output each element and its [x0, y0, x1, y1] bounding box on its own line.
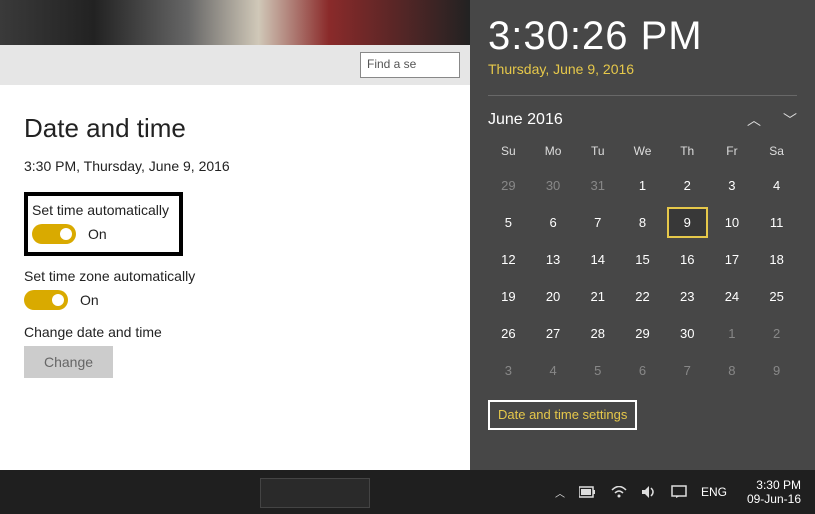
calendar-day[interactable]: 19 — [488, 281, 529, 312]
wifi-icon[interactable] — [611, 486, 627, 498]
auto-tz-label: Set time zone automatically — [24, 268, 446, 284]
calendar-day[interactable]: 18 — [756, 244, 797, 275]
auto-time-label: Set time automatically — [32, 202, 169, 218]
dow-header: Th — [667, 144, 708, 164]
calendar-day[interactable]: 8 — [712, 355, 753, 386]
calendar-day-today[interactable]: 9 — [667, 207, 708, 238]
calendar-day[interactable]: 29 — [488, 170, 529, 201]
calendar-day[interactable]: 6 — [622, 355, 663, 386]
calendar-day[interactable]: 1 — [622, 170, 663, 201]
auto-tz-state: On — [80, 292, 99, 308]
dow-header: Mo — [533, 144, 574, 164]
calendar-day[interactable]: 14 — [577, 244, 618, 275]
page-title: Date and time — [24, 113, 446, 144]
month-label[interactable]: June 2016 — [488, 111, 563, 129]
date-time-settings-link[interactable]: Date and time settings — [498, 407, 627, 422]
calendar-day[interactable]: 29 — [622, 318, 663, 349]
calendar-day[interactable]: 9 — [756, 355, 797, 386]
taskbar-clock[interactable]: 3:30 PM 09-Jun-16 — [741, 476, 807, 509]
volume-icon[interactable] — [641, 485, 657, 499]
calendar-day[interactable]: 25 — [756, 281, 797, 312]
calendar-day[interactable]: 5 — [577, 355, 618, 386]
calendar-day[interactable]: 26 — [488, 318, 529, 349]
calendar-grid: SuMoTuWeThFrSa29303112345678910111213141… — [488, 144, 797, 386]
change-datetime-label: Change date and time — [24, 324, 446, 340]
calendar-day[interactable]: 27 — [533, 318, 574, 349]
calendar-day[interactable]: 23 — [667, 281, 708, 312]
auto-time-state: On — [88, 226, 107, 242]
calendar-day[interactable]: 28 — [577, 318, 618, 349]
auto-time-toggle[interactable] — [32, 224, 76, 244]
calendar-day[interactable]: 31 — [577, 170, 618, 201]
dow-header: Su — [488, 144, 529, 164]
calendar-day[interactable]: 10 — [712, 207, 753, 238]
calendar-day[interactable]: 30 — [667, 318, 708, 349]
calendar-day[interactable]: 5 — [488, 207, 529, 238]
calendar-day[interactable]: 2 — [756, 318, 797, 349]
battery-icon[interactable] — [579, 486, 597, 498]
header-banner — [0, 0, 470, 45]
calendar-day[interactable]: 30 — [533, 170, 574, 201]
calendar-day[interactable]: 3 — [712, 170, 753, 201]
change-button[interactable]: Change — [24, 346, 113, 378]
calendar-day[interactable]: 21 — [577, 281, 618, 312]
dow-header: Fr — [712, 144, 753, 164]
search-input[interactable]: Find a se — [360, 52, 460, 78]
calendar-day[interactable]: 7 — [577, 207, 618, 238]
calendar-day[interactable]: 1 — [712, 318, 753, 349]
current-datetime: 3:30 PM, Thursday, June 9, 2016 — [24, 158, 446, 174]
taskbar-app-button[interactable] — [260, 478, 370, 508]
taskbar-time: 3:30 PM — [747, 478, 801, 492]
search-bar: Find a se — [0, 45, 470, 85]
calendar-day[interactable]: 2 — [667, 170, 708, 201]
tray-overflow-icon[interactable]: ︿ — [555, 485, 565, 500]
auto-tz-toggle[interactable] — [24, 290, 68, 310]
calendar-day[interactable]: 6 — [533, 207, 574, 238]
calendar-day[interactable]: 11 — [756, 207, 797, 238]
calendar-day[interactable]: 15 — [622, 244, 663, 275]
calendar-day[interactable]: 3 — [488, 355, 529, 386]
prev-month-icon[interactable]: ︿ — [747, 110, 761, 130]
dow-header: Tu — [577, 144, 618, 164]
calendar-day[interactable]: 13 — [533, 244, 574, 275]
next-month-icon[interactable]: ﹀ — [783, 110, 797, 130]
taskbar: ︿ ENG 3:30 PM 09-Jun-16 — [0, 470, 815, 514]
calendar-day[interactable]: 20 — [533, 281, 574, 312]
settings-panel: Date and time 3:30 PM, Thursday, June 9,… — [0, 85, 470, 420]
date-time-settings-box: Date and time settings — [488, 400, 637, 430]
calendar-day[interactable]: 8 — [622, 207, 663, 238]
language-indicator[interactable]: ENG — [701, 485, 727, 499]
calendar-day[interactable]: 4 — [533, 355, 574, 386]
calendar-day[interactable]: 17 — [712, 244, 753, 275]
calendar-day[interactable]: 16 — [667, 244, 708, 275]
taskbar-date: 09-Jun-16 — [747, 492, 801, 506]
calendar-day[interactable]: 12 — [488, 244, 529, 275]
flyout-date: Thursday, June 9, 2016 — [488, 61, 797, 77]
calendar-day[interactable]: 24 — [712, 281, 753, 312]
calendar-day[interactable]: 4 — [756, 170, 797, 201]
flyout-time: 3:30:26 PM — [488, 14, 797, 59]
clock-flyout: 3:30:26 PM Thursday, June 9, 2016 June 2… — [470, 0, 815, 470]
calendar-day[interactable]: 7 — [667, 355, 708, 386]
callout-auto-time: Set time automatically On — [24, 192, 183, 256]
dow-header: We — [622, 144, 663, 164]
calendar-day[interactable]: 22 — [622, 281, 663, 312]
action-center-icon[interactable] — [671, 485, 687, 499]
dow-header: Sa — [756, 144, 797, 164]
